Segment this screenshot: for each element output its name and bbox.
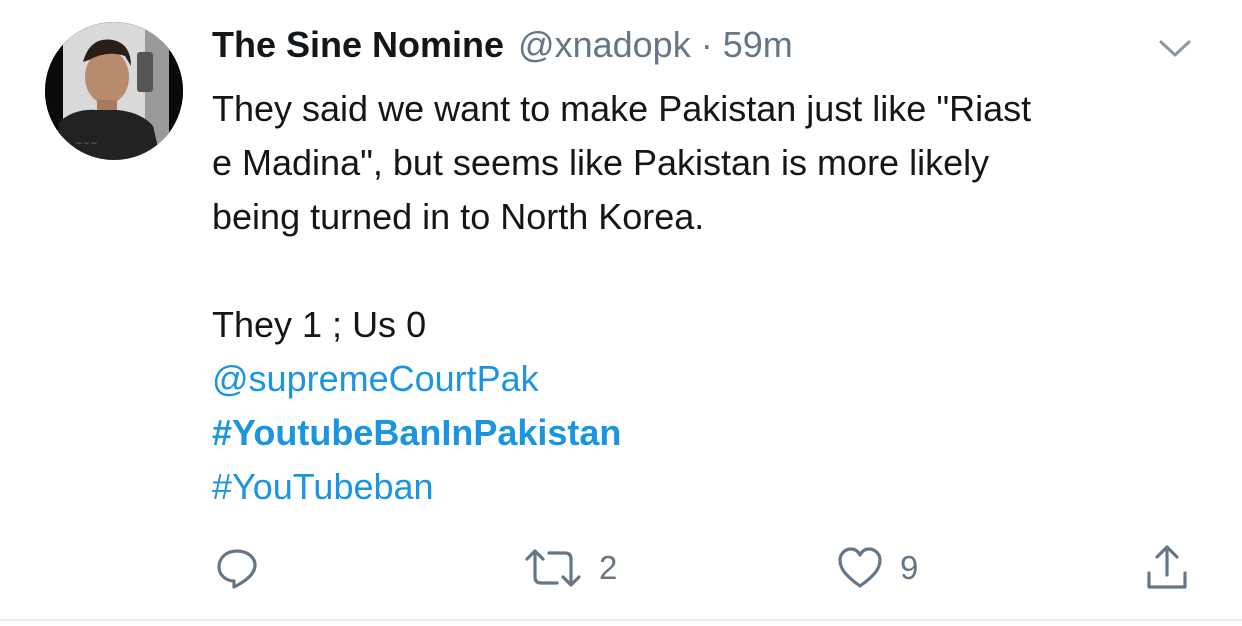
display-name[interactable]: The Sine Nomine [212, 24, 504, 66]
tweet-card[interactable]: ~~~ The Sine Nomine @xnadopk · 59m They … [0, 0, 1242, 621]
mention-link[interactable]: @supremeCourtPak [212, 358, 539, 399]
user-handle[interactable]: @xnadopk [518, 24, 691, 66]
heart-icon [838, 547, 882, 588]
avatar-photo-icon: ~~~ [45, 22, 183, 160]
tweet-text-line: being turned in to North Korea. [212, 196, 705, 237]
retweet-icon [525, 549, 581, 587]
header-separator: · [700, 24, 713, 65]
like-count: 9 [900, 549, 919, 586]
tweet-header: The Sine Nomine @xnadopk · 59m [212, 24, 793, 74]
retweet-count: 2 [599, 549, 618, 586]
hashtag-link[interactable]: #YouTubeban [212, 466, 434, 507]
chevron-down-icon[interactable] [1157, 38, 1193, 60]
tweet-text: They said we want to make Pakistan just … [212, 82, 1212, 514]
tweet-text-line: e Madina", but seems like Pakistan is mo… [212, 142, 990, 183]
avatar[interactable]: ~~~ [45, 22, 183, 160]
retweet-button[interactable]: 2 [523, 540, 617, 596]
share-icon [1147, 545, 1187, 589]
svg-text:~~~: ~~~ [75, 139, 98, 149]
share-button[interactable] [1143, 540, 1191, 596]
tweet-text-line: They said we want to make Pakistan just … [212, 88, 1032, 129]
reply-icon [217, 549, 257, 589]
tweet-timestamp[interactable]: 59m [723, 24, 793, 66]
reply-button[interactable] [214, 540, 260, 596]
like-button[interactable]: 9 [836, 540, 918, 596]
tweet-actions: 2 9 [0, 540, 1242, 600]
hashtag-link[interactable]: #YoutubeBanInPakistan [212, 412, 621, 453]
tweet-text-line: They 1 ; Us 0 [212, 304, 427, 345]
divider [0, 619, 1242, 621]
